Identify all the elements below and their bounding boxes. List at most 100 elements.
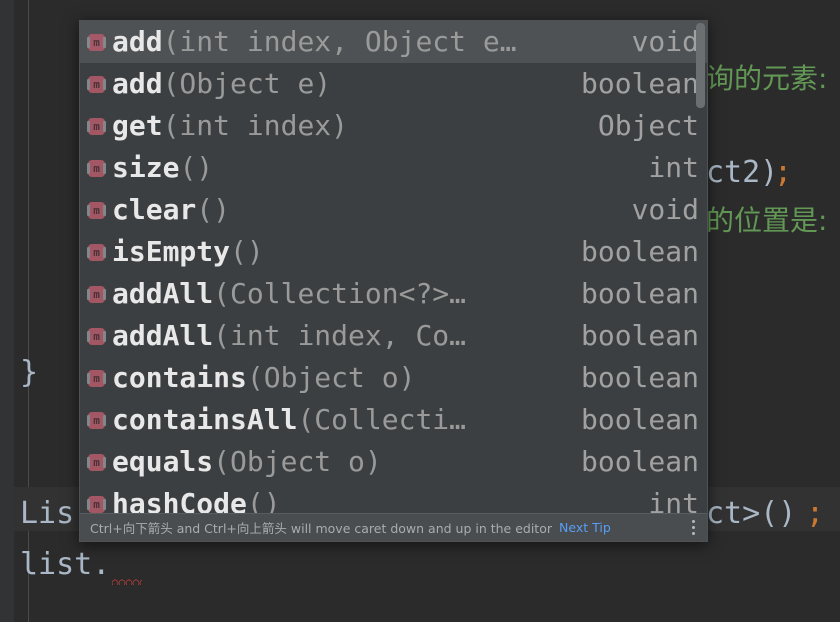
- completion-item-params: (): [179, 151, 214, 184]
- completion-item-signature: addAll(int index, Co…: [112, 319, 567, 353]
- completion-item-params: (Collection<?>…: [213, 277, 467, 310]
- completion-item-return-type: boolean: [580, 403, 699, 436]
- completion-item[interactable]: m equals(Object o) boolean: [80, 441, 707, 483]
- completion-item-name: size: [112, 151, 180, 184]
- completion-item-name: containsAll: [112, 403, 298, 436]
- method-icon-glyph: m: [93, 413, 100, 427]
- method-icon-glyph: m: [93, 77, 100, 91]
- completion-item-return-type: boolean: [580, 445, 699, 478]
- code-fragment: ct>(): [706, 496, 797, 531]
- method-icon: m: [87, 117, 106, 135]
- completion-item-signature: hashCode(): [112, 487, 634, 514]
- method-icon: m: [87, 453, 106, 471]
- completion-item-return-type: void: [631, 193, 699, 226]
- method-icon-glyph: m: [93, 245, 100, 259]
- completion-item-params: (Object e): [162, 67, 332, 100]
- completion-item-list[interactable]: m add(int index, Object e… void m add(Object…: [80, 21, 707, 514]
- completion-item-name: get: [112, 109, 163, 142]
- completion-item[interactable]: m size() int: [80, 147, 707, 189]
- completion-item-return-type: boolean: [580, 319, 699, 352]
- method-icon-glyph: m: [93, 203, 100, 217]
- completion-item-signature: add(Object e): [112, 67, 567, 101]
- completion-item[interactable]: m addAll(int index, Co… boolean: [80, 315, 707, 357]
- method-icon-glyph: m: [93, 329, 100, 343]
- method-icon: m: [87, 495, 106, 513]
- method-icon: m: [87, 369, 106, 387]
- completion-item-name: clear: [112, 193, 197, 226]
- completion-item-params: (Object o): [213, 445, 382, 478]
- method-icon: m: [87, 327, 106, 345]
- completion-item-name: isEmpty: [112, 235, 231, 268]
- completion-item-signature: size(): [112, 151, 634, 185]
- completion-item-name: addAll: [112, 277, 214, 310]
- completion-item-signature: equals(Object o): [112, 445, 567, 479]
- completion-item-name: hashCode: [112, 487, 247, 514]
- completion-tip-bar: Ctrl+向下箭头 and Ctrl+向上箭头 will move caret …: [80, 513, 707, 541]
- completion-item-return-type: int: [648, 487, 699, 514]
- completion-item-name: add: [112, 25, 163, 58]
- completion-item[interactable]: m contains(Object o) boolean: [80, 357, 707, 399]
- completion-scrollbar[interactable]: [695, 22, 706, 513]
- editor-gutter: [0, 0, 14, 622]
- code-fragment: 的位置是:: [706, 204, 828, 237]
- more-options-icon[interactable]: [685, 517, 701, 539]
- completion-item[interactable]: m clear() void: [80, 189, 707, 231]
- screen-root: } Lis list. 询的元素: ct2); 的位置是: ct>(); m add(int …: [0, 0, 840, 622]
- method-icon: m: [87, 243, 106, 261]
- completion-item[interactable]: m addAll(Collection<?>… boolean: [80, 273, 707, 315]
- completion-item-signature: isEmpty(): [112, 235, 567, 269]
- completion-item-params: (Object o): [246, 361, 416, 394]
- error-squiggle: [112, 578, 142, 585]
- completion-item-return-type: boolean: [580, 235, 699, 268]
- completion-item[interactable]: m containsAll(Collecti… boolean: [80, 399, 707, 441]
- code-fragment: ;: [806, 496, 825, 531]
- next-tip-link[interactable]: Next Tip: [559, 520, 611, 535]
- completion-item-name: contains: [112, 361, 247, 394]
- method-icon: m: [87, 285, 106, 303]
- completion-item[interactable]: m hashCode() int: [80, 483, 707, 514]
- completion-item-return-type: int: [648, 151, 699, 184]
- completion-item-params: (Collecti…: [297, 403, 467, 436]
- completion-item-return-type: boolean: [580, 361, 699, 394]
- completion-item-signature: get(int index): [112, 109, 584, 143]
- completion-item-params: (): [230, 235, 264, 268]
- method-icon: m: [87, 33, 106, 51]
- code-fragment: Lis: [20, 496, 75, 531]
- completion-item-params: (): [196, 193, 231, 226]
- method-icon-glyph: m: [93, 119, 100, 133]
- completion-item[interactable]: m get(int index) Object: [80, 105, 707, 147]
- code-fragment: ;: [774, 155, 793, 190]
- completion-item-return-type: boolean: [580, 67, 699, 100]
- completion-item-params: (int index, Object e…: [162, 25, 517, 58]
- method-icon-glyph: m: [93, 35, 100, 49]
- completion-item-name: add: [112, 67, 163, 100]
- completion-item-signature: addAll(Collection<?>…: [112, 277, 567, 311]
- method-icon-glyph: m: [93, 161, 100, 175]
- method-icon-glyph: m: [93, 287, 100, 301]
- completion-item-name: equals: [112, 445, 214, 478]
- method-icon: m: [87, 159, 106, 177]
- completion-item-return-type: void: [631, 25, 699, 58]
- completion-item[interactable]: m add(int index, Object e… void: [80, 21, 707, 63]
- code-fragment: list.: [20, 547, 111, 582]
- completion-item-signature: containsAll(Collecti…: [112, 403, 567, 437]
- completion-item-signature: clear(): [112, 193, 618, 227]
- completion-item-name: addAll: [112, 319, 214, 352]
- code-fragment: }: [20, 355, 39, 390]
- completion-item[interactable]: m add(Object e) boolean: [80, 63, 707, 105]
- completion-item-params: (): [246, 487, 281, 514]
- method-icon-glyph: m: [93, 455, 100, 469]
- method-icon-glyph: m: [93, 371, 100, 385]
- code-completion-popup[interactable]: m add(int index, Object e… void m add(Object…: [79, 20, 708, 542]
- code-fragment: ct2): [706, 155, 779, 190]
- completion-scrollbar-thumb[interactable]: [696, 23, 705, 108]
- completion-item-return-type: Object: [597, 109, 699, 142]
- completion-item-return-type: boolean: [580, 277, 699, 310]
- code-fragment: 询的元素:: [706, 62, 828, 95]
- completion-item-signature: contains(Object o): [112, 361, 567, 395]
- completion-item-params: (int index, Co…: [213, 319, 467, 352]
- method-icon-glyph: m: [93, 497, 100, 511]
- completion-item[interactable]: m isEmpty() boolean: [80, 231, 707, 273]
- method-icon: m: [87, 411, 106, 429]
- method-icon: m: [87, 75, 106, 93]
